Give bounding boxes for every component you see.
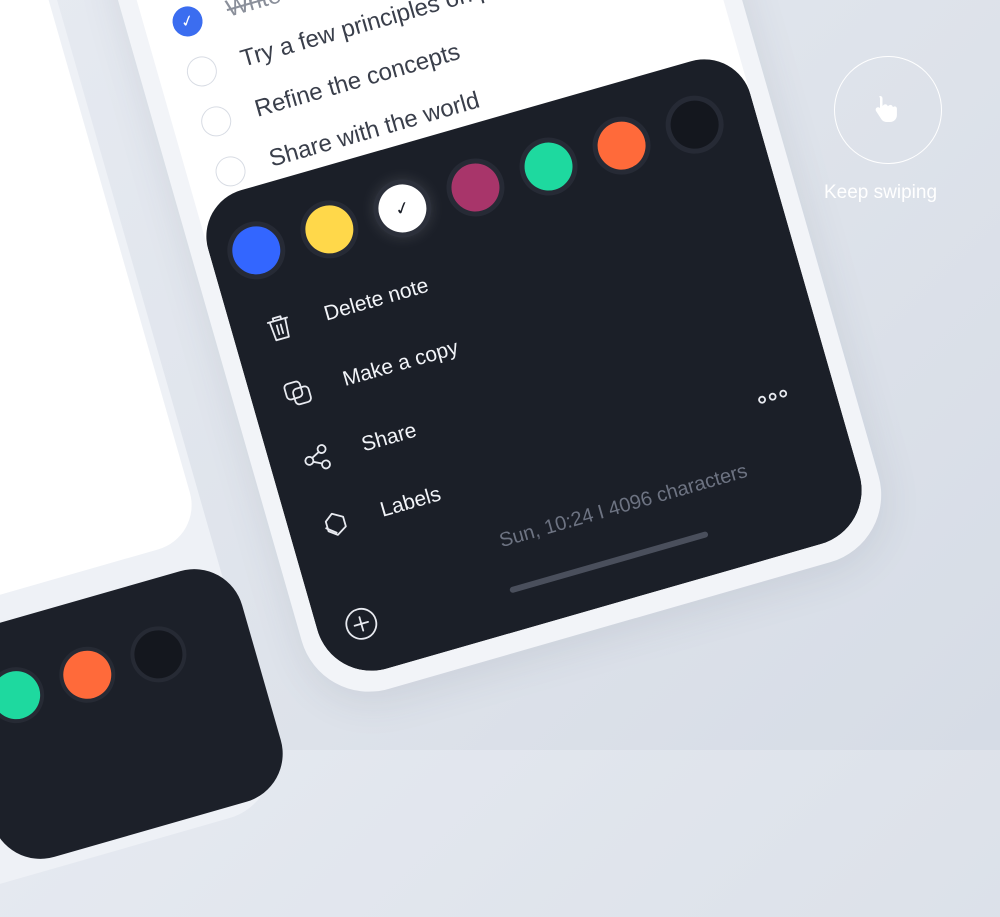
todo-checkbox[interactable] xyxy=(183,52,221,90)
swipe-hint-circle xyxy=(834,56,942,164)
hand-swipe-icon xyxy=(870,90,906,131)
swatch-magenta[interactable] xyxy=(445,157,506,218)
todo-checkbox[interactable] xyxy=(197,102,235,140)
delete-note-button[interactable]: Delete note xyxy=(259,269,433,349)
todo-checkbox-checked[interactable]: ✓ xyxy=(168,2,207,40)
more-icon[interactable] xyxy=(755,386,791,412)
delete-note-label: Delete note xyxy=(321,273,432,326)
label-icon xyxy=(315,503,357,545)
swatch-black[interactable] xyxy=(664,94,725,155)
swatch-blue[interactable] xyxy=(226,220,286,281)
swatch-yellow[interactable] xyxy=(299,199,360,260)
swatch-white-selected[interactable]: ✓ xyxy=(372,178,433,239)
swipe-hint-text: Keep swiping xyxy=(824,182,938,203)
share-button[interactable]: Share xyxy=(296,414,421,480)
make-copy-label: Make a copy xyxy=(340,335,461,391)
left-swatch-orange[interactable] xyxy=(57,645,117,705)
color-palette: ✓ xyxy=(226,87,752,281)
check-icon: ✓ xyxy=(392,196,413,221)
swatch-green[interactable] xyxy=(518,136,579,197)
note-meta: Sun, 10:24 I 4096 characters xyxy=(496,460,750,553)
add-icon[interactable] xyxy=(339,602,385,651)
make-copy-button[interactable]: Make a copy xyxy=(277,331,462,414)
swatch-orange[interactable] xyxy=(591,115,652,176)
labels-label: Labels xyxy=(377,482,444,522)
share-label: Share xyxy=(358,418,420,457)
todo-text: Write xyxy=(223,0,284,23)
share-icon xyxy=(296,438,338,480)
todo-item[interactable]: ✓ Write xyxy=(168,0,285,40)
todo-checkbox[interactable] xyxy=(211,152,250,190)
left-swatch-green[interactable] xyxy=(0,665,46,725)
labels-button[interactable]: Labels xyxy=(315,478,445,545)
copy-icon xyxy=(277,372,319,414)
trash-icon xyxy=(259,307,301,349)
left-swatch-black[interactable] xyxy=(128,624,189,685)
check-icon: ✓ xyxy=(178,11,197,32)
